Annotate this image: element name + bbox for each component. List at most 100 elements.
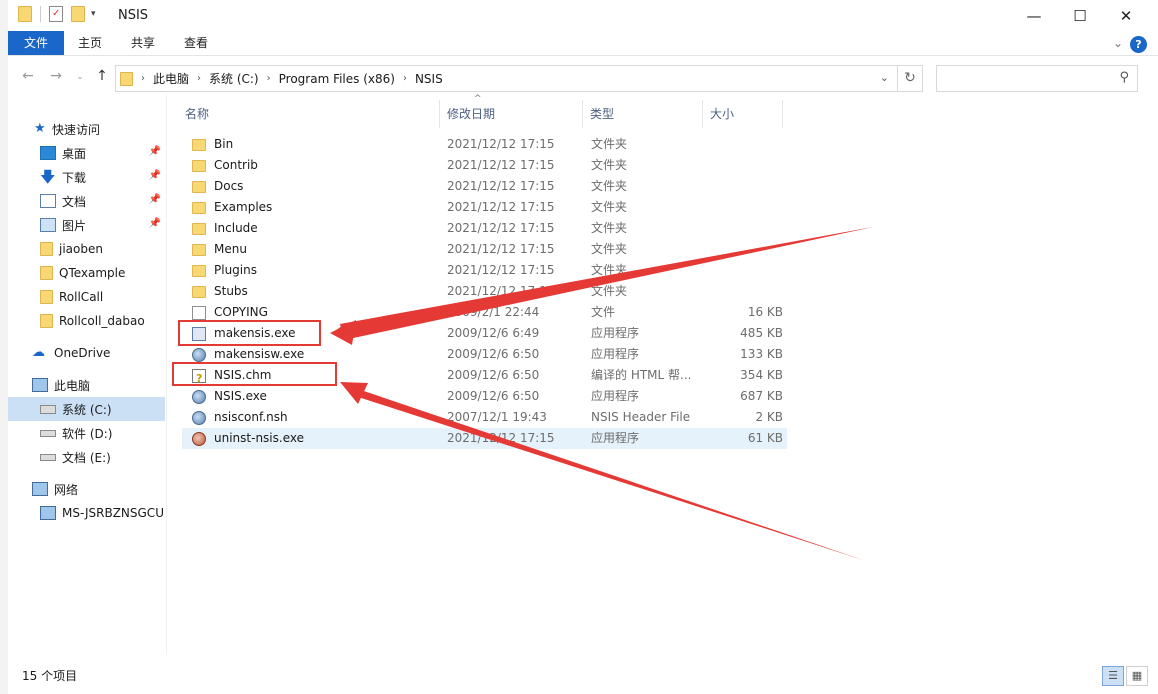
folder-icon: [40, 266, 53, 280]
file-date: 2009/2/1 22:44: [447, 305, 540, 319]
nav-label: 文档 (E:): [62, 450, 111, 465]
nav-drive-e[interactable]: 文档 (E:): [8, 445, 165, 469]
tab-view[interactable]: 查看: [175, 31, 217, 55]
customize-toolbar-icon[interactable]: ▾: [91, 9, 96, 19]
nav-item-documents[interactable]: 文档 📌: [8, 189, 165, 213]
close-button[interactable]: ✕: [1103, 0, 1149, 31]
annotation-box-makensis: [178, 320, 321, 346]
new-folder-icon[interactable]: [71, 6, 85, 22]
properties-icon[interactable]: ✓: [49, 6, 63, 22]
up-icon[interactable]: ↑: [92, 68, 112, 88]
nav-quick-access[interactable]: ★ 快速访问: [8, 117, 165, 141]
nav-drive-c[interactable]: 系统 (C:): [8, 397, 165, 421]
file-date: 2007/12/1 19:43: [447, 410, 547, 424]
file-type: 应用程序: [591, 389, 640, 403]
folder-icon: [192, 201, 206, 214]
forward-icon[interactable]: →: [46, 68, 66, 88]
breadcrumb: › 此电脑 › 系统 (C:) › Program Files (x86) › …: [120, 66, 449, 91]
file-date: 2009/12/6 6:50: [447, 368, 540, 382]
file-name-cell: Bin: [192, 134, 233, 155]
nav-item-rollcoll-dabao[interactable]: Rollcoll_dabao: [8, 309, 165, 333]
table-row[interactable]: nsisconf.nsh 2007/12/1 19:43 NSIS Header F…: [182, 407, 787, 428]
file-size: 354 KB: [740, 368, 783, 382]
nav-item-pictures[interactable]: 图片 📌: [8, 213, 165, 237]
table-row[interactable]: Include 2021/12/12 17:15 文件夹: [182, 218, 787, 239]
nav-item-downloads[interactable]: 🡇 下载 📌: [8, 165, 165, 189]
background-window-edge: [0, 0, 8, 694]
table-row[interactable]: Examples 2021/12/12 17:15 文件夹: [182, 197, 787, 218]
breadcrumb-program-files[interactable]: Program Files (x86): [273, 72, 401, 86]
column-header: ^ 名称 修改日期 类型 大小: [178, 94, 788, 128]
minimize-button[interactable]: —: [1011, 0, 1057, 31]
computer-icon: [32, 378, 48, 392]
pin-icon[interactable]: 📌: [149, 194, 161, 205]
maximize-button[interactable]: ☐: [1057, 0, 1103, 31]
column-date[interactable]: 修改日期: [440, 100, 583, 128]
nav-computer[interactable]: MS-JSRBZNSGCU: [8, 501, 165, 525]
nav-item-rollcall[interactable]: RollCall: [8, 285, 165, 309]
column-size[interactable]: 大小: [703, 100, 783, 128]
folder-icon[interactable]: [18, 6, 32, 22]
table-row[interactable]: Plugins 2021/12/12 17:15 文件夹: [182, 260, 787, 281]
table-row[interactable]: Menu 2021/12/12 17:15 文件夹: [182, 239, 787, 260]
file-name-cell: Docs: [192, 176, 243, 197]
search-input[interactable]: ⚲: [936, 65, 1138, 92]
recent-locations-icon[interactable]: ⌄: [70, 72, 90, 92]
file-type: 文件夹: [591, 242, 628, 256]
nav-item-qtexample[interactable]: QTexample: [8, 261, 165, 285]
back-icon[interactable]: ←: [18, 68, 38, 88]
table-row[interactable]: NSIS.exe 2009/12/6 6:50 应用程序 687 KB: [182, 386, 787, 407]
breadcrumb-nsis[interactable]: NSIS: [409, 72, 449, 86]
desktop-icon: [40, 146, 56, 160]
chevron-right-icon[interactable]: ›: [139, 73, 147, 84]
table-row[interactable]: Docs 2021/12/12 17:15 文件夹: [182, 176, 787, 197]
tab-home[interactable]: 主页: [70, 31, 110, 55]
file-name: Stubs: [214, 284, 248, 298]
address-dropdown-icon[interactable]: ⌄: [880, 71, 889, 84]
pin-icon[interactable]: 📌: [149, 218, 161, 229]
ribbon-expand-icon[interactable]: ⌄: [1113, 36, 1123, 50]
navigation-bar: ← → ⌄ ↑ › 此电脑 › 系统 (C:) › Program Files …: [8, 62, 1158, 94]
nav-drive-d[interactable]: 软件 (D:): [8, 421, 165, 445]
file-date: 2021/12/12 17:15: [447, 179, 555, 193]
tab-share[interactable]: 共享: [122, 31, 164, 55]
column-type[interactable]: 类型: [583, 100, 703, 128]
status-bar: 15 个项目 ☰ ▦: [8, 664, 1158, 686]
file-size: 61 KB: [747, 431, 783, 445]
column-name[interactable]: 名称: [178, 100, 440, 128]
breadcrumb-drive-c[interactable]: 系统 (C:): [203, 70, 265, 87]
table-row[interactable]: Bin 2021/12/12 17:15 文件夹: [182, 134, 787, 155]
table-row[interactable]: uninst-nsis.exe 2021/12/12 17:15 应用程序 61 KB: [182, 428, 787, 449]
pane-divider[interactable]: [166, 95, 167, 655]
table-row[interactable]: Contrib 2021/12/12 17:15 文件夹: [182, 155, 787, 176]
nav-item-jiaoben[interactable]: jiaoben: [8, 237, 165, 261]
nav-onedrive[interactable]: ☁ OneDrive: [8, 341, 165, 365]
nav-label: 网络: [54, 482, 79, 497]
pin-icon[interactable]: 📌: [149, 170, 161, 181]
help-icon[interactable]: ?: [1130, 36, 1147, 53]
tab-file[interactable]: 文件: [8, 31, 64, 55]
file-type: 文件夹: [591, 284, 628, 298]
nav-network[interactable]: 网络: [8, 477, 165, 501]
address-bar[interactable]: › 此电脑 › 系统 (C:) › Program Files (x86) › …: [115, 65, 898, 92]
file-date: 2021/12/12 17:15: [447, 221, 555, 235]
file-date: 2021/12/12 17:15: [447, 137, 555, 151]
table-row[interactable]: Stubs 2021/12/12 17:15 文件夹: [182, 281, 787, 302]
file-type: 文件夹: [591, 263, 628, 277]
file-name-cell: Examples: [192, 197, 272, 218]
file-name: Menu: [214, 242, 247, 256]
drive-icon: [40, 453, 56, 461]
chevron-right-icon[interactable]: ›: [195, 73, 203, 84]
nav-item-desktop[interactable]: 桌面 📌: [8, 141, 165, 165]
large-icons-view-icon[interactable]: ▦: [1126, 666, 1148, 686]
chevron-right-icon[interactable]: ›: [265, 73, 273, 84]
refresh-icon[interactable]: ↻: [898, 65, 923, 92]
chevron-right-icon[interactable]: ›: [401, 73, 409, 84]
nav-this-pc[interactable]: 此电脑: [8, 373, 165, 397]
breadcrumb-this-pc[interactable]: 此电脑: [147, 70, 195, 87]
pin-icon[interactable]: 📌: [149, 146, 161, 157]
ribbon-tabs: 文件 主页 共享 查看: [8, 31, 1158, 56]
details-view-icon[interactable]: ☰: [1102, 666, 1124, 686]
file-date: 2021/12/12 17:15: [447, 158, 555, 172]
file-name-cell: Contrib: [192, 155, 258, 176]
